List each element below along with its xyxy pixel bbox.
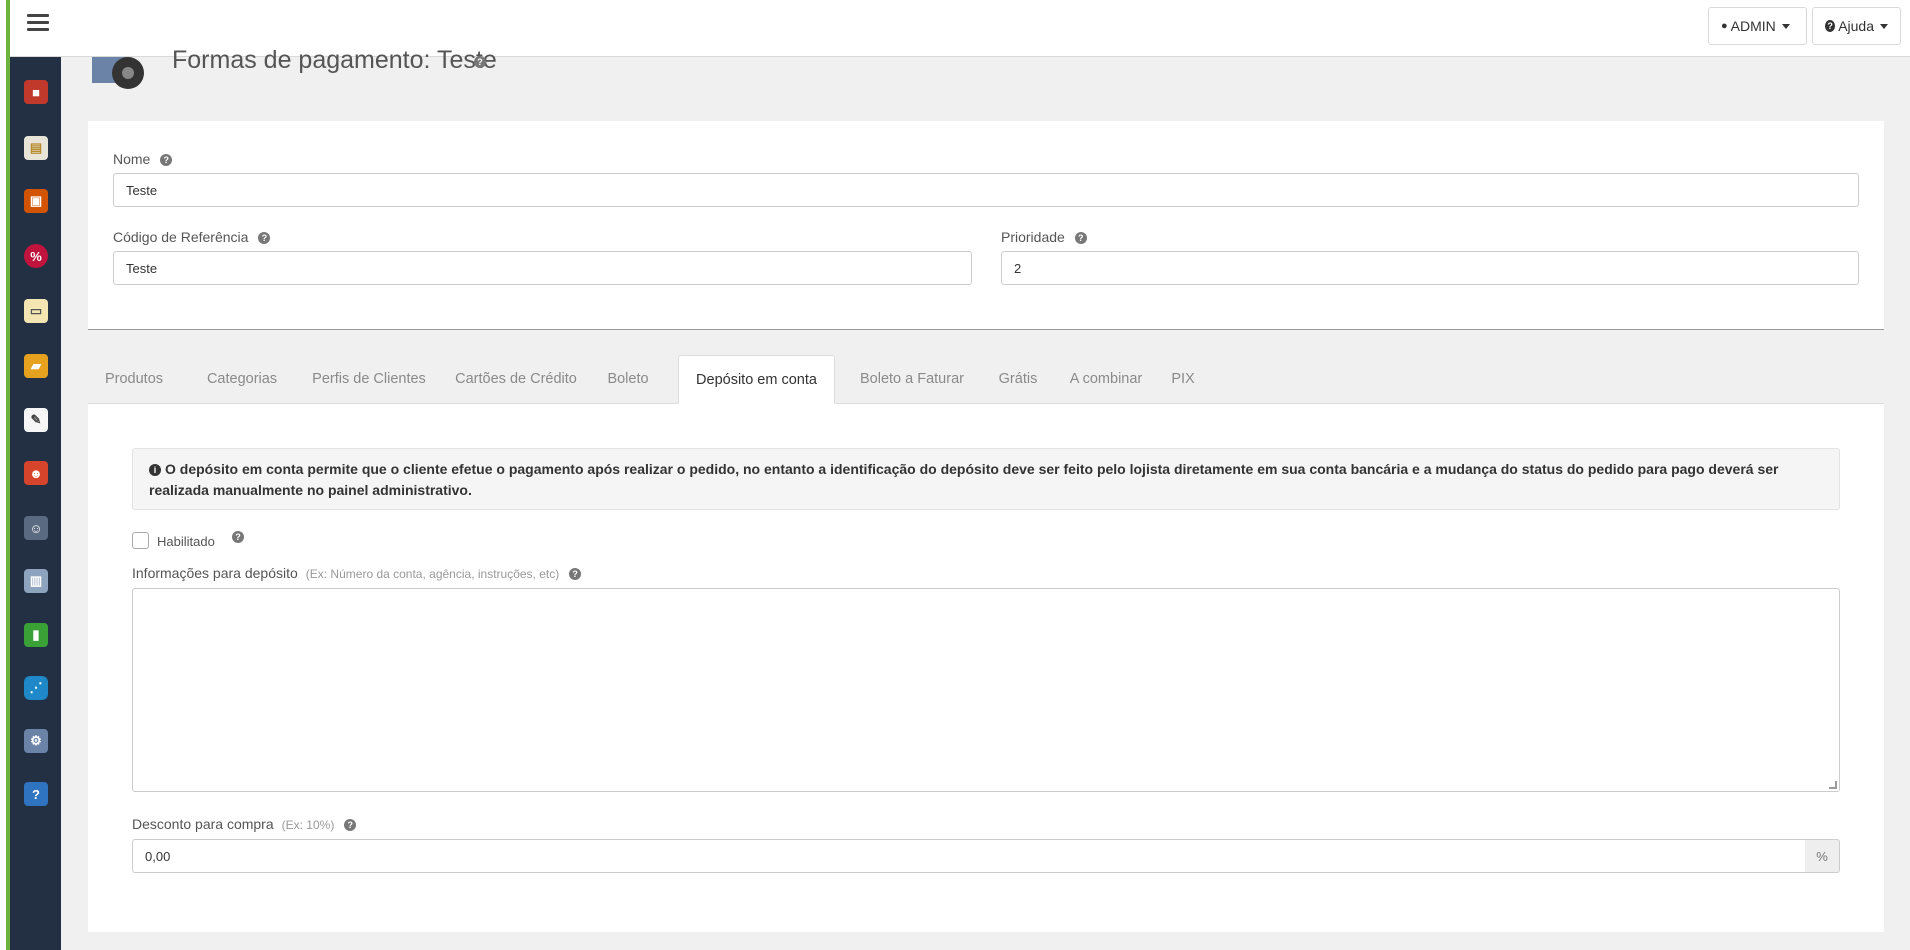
codigo-referencia-input[interactable]: Teste	[113, 251, 972, 285]
info-icon: i	[149, 464, 161, 477]
chevron-down-icon	[1880, 23, 1888, 29]
sidebar: ■ ▤ ▣ % ▭ ▰ ✎ ☻ ☺ ▥ ▮ ⋰ ⚙ ?	[10, 56, 61, 950]
help-icon[interactable]: ?	[232, 528, 244, 544]
left-edge-strip	[0, 0, 10, 950]
general-info-panel: Nome ? Teste Código de Referência ? Test…	[88, 121, 1884, 330]
share-icon[interactable]: ⋰	[24, 676, 48, 700]
tab-produtos[interactable]: Produtos	[88, 355, 180, 403]
help-book-icon[interactable]: ?	[24, 782, 48, 806]
title-help-icon[interactable]: ?	[474, 53, 486, 69]
admin-label: ADMIN	[1730, 18, 1776, 34]
resize-handle-icon[interactable]	[1829, 781, 1837, 789]
tab-pix[interactable]: PIX	[1163, 355, 1203, 403]
info-deposito-textarea[interactable]	[132, 588, 1840, 792]
tab-cartoes-credito[interactable]: Cartões de Crédito	[446, 355, 586, 403]
tab-categorias[interactable]: Categorias	[192, 355, 292, 403]
truck-icon[interactable]: ▰	[24, 354, 48, 378]
nome-label: Nome ?	[113, 151, 173, 167]
database-icon[interactable]: ■	[24, 80, 48, 104]
info-alert: iO depósito em conta permite que o clien…	[132, 448, 1840, 510]
prioridade-label: Prioridade ?	[1001, 229, 1087, 245]
alert-text: O depósito em conta permite que o client…	[149, 461, 1779, 498]
prioridade-input[interactable]: 2	[1001, 251, 1859, 285]
tab-boleto[interactable]: Boleto	[598, 355, 658, 403]
help-icon[interactable]: ?	[258, 232, 271, 245]
tab-deposito-em-conta[interactable]: Depósito em conta	[678, 355, 835, 404]
help-icon[interactable]: ?	[344, 819, 357, 832]
chevron-down-icon	[1781, 23, 1790, 29]
habilitado-label: Habilitado	[157, 534, 215, 549]
promo-icon[interactable]: %	[24, 244, 48, 268]
tab-perfis-clientes[interactable]: Perfis de Clientes	[304, 355, 434, 403]
help-label: Ajuda	[1838, 18, 1874, 34]
chart-icon[interactable]: ▮	[24, 623, 48, 647]
users-icon[interactable]: ☻	[24, 461, 48, 485]
box-icon[interactable]: ▣	[24, 189, 48, 213]
tab-gratis[interactable]: Grátis	[988, 355, 1048, 403]
info-deposito-hint: (Ex: Número da conta, agência, instruçõe…	[305, 567, 560, 581]
help-icon[interactable]: ?	[569, 568, 582, 581]
help-icon[interactable]: ?	[1074, 232, 1087, 245]
percent-addon: %	[1805, 839, 1840, 873]
payment-icon[interactable]: ⚙	[24, 729, 48, 753]
help-icon[interactable]: ?	[160, 154, 173, 167]
deposito-tab-panel: iO depósito em conta permite que o clien…	[88, 404, 1884, 932]
card-icon[interactable]: ▭	[24, 299, 48, 323]
desconto-label: Desconto para compra (Ex: 10%) ?	[132, 816, 357, 832]
page-title: Formas de pagamento: Teste	[172, 46, 497, 74]
menu-toggle-icon[interactable]	[27, 14, 49, 32]
habilitado-checkbox[interactable]	[132, 532, 149, 549]
tabs-bar: Produtos Categorias Perfis de Clientes C…	[88, 355, 1884, 404]
user-icon: ●	[1721, 20, 1728, 32]
server-icon[interactable]: ▥	[24, 569, 48, 593]
info-deposito-label: Informações para depósito (Ex: Número da …	[132, 565, 582, 581]
help-menu-button[interactable]: ? Ajuda	[1812, 7, 1901, 45]
clipboard-icon[interactable]: ▤	[24, 136, 48, 160]
nome-input[interactable]: Teste	[113, 173, 1859, 207]
tab-a-combinar[interactable]: A combinar	[1061, 355, 1151, 403]
note-icon[interactable]: ✎	[24, 408, 48, 432]
desconto-input[interactable]: 0,00	[132, 839, 1806, 873]
user-icon[interactable]: ☺	[24, 516, 48, 540]
payment-settings-logo	[88, 57, 156, 95]
admin-user-button[interactable]: ● ADMIN	[1708, 7, 1807, 45]
tab-boleto-a-faturar[interactable]: Boleto a Faturar	[847, 355, 977, 403]
question-icon: ?	[1825, 20, 1836, 32]
codigo-label: Código de Referência ?	[113, 229, 271, 245]
desconto-hint: (Ex: 10%)	[281, 818, 335, 832]
